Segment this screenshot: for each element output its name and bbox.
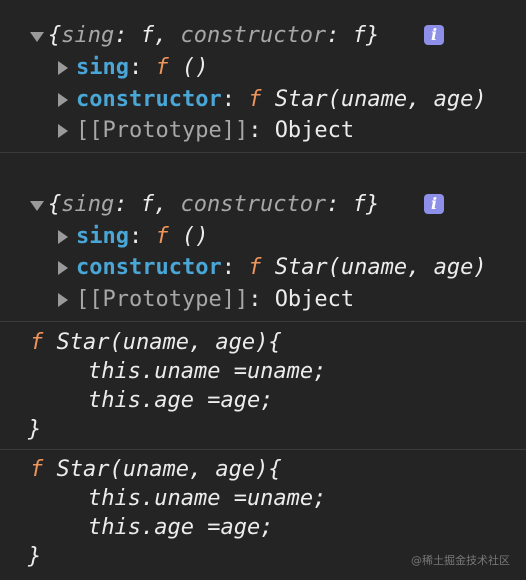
collapsed-triangle-icon[interactable] — [58, 293, 68, 307]
function-body-line: this.age =age; — [88, 388, 274, 413]
collapsed-triangle-icon[interactable] — [58, 93, 68, 107]
object-summary[interactable]: {sing: f, constructor: f} — [48, 21, 379, 51]
console-object-entry-2[interactable]: {sing: f, constructor: f} i sing: f () c… — [0, 170, 526, 320]
property-row-sing[interactable]: sing: f () — [76, 53, 208, 83]
console-divider — [0, 152, 526, 153]
watermark: @稀土掘金技术社区 — [411, 554, 510, 567]
info-icon[interactable]: i — [424, 25, 444, 45]
function-header: f Star(uname, age){ — [30, 330, 282, 355]
function-closing-brace: } — [28, 544, 42, 569]
collapsed-triangle-icon[interactable] — [58, 61, 68, 75]
collapsed-triangle-icon[interactable] — [58, 230, 68, 244]
console-function-entry-1[interactable]: f Star(uname, age){ this.uname =uname; t… — [0, 322, 526, 448]
property-row-prototype[interactable]: [[Prototype]]: Object — [76, 285, 354, 315]
function-body-line: this.uname =uname; — [88, 486, 327, 511]
collapsed-triangle-icon[interactable] — [58, 124, 68, 138]
expand-triangle-icon[interactable] — [30, 201, 44, 211]
function-closing-brace: } — [28, 417, 42, 442]
property-row-prototype[interactable]: [[Prototype]]: Object — [76, 116, 354, 146]
expand-triangle-icon[interactable] — [30, 32, 44, 42]
info-icon[interactable]: i — [424, 194, 444, 214]
object-summary[interactable]: {sing: f, constructor: f} — [48, 190, 379, 220]
property-row-constructor[interactable]: constructor: f Star(uname, age) — [76, 253, 487, 283]
function-body-line: this.uname =uname; — [88, 359, 327, 384]
console-object-entry-1[interactable]: {sing: f, constructor: f} i sing: f () c… — [0, 0, 526, 152]
property-row-sing[interactable]: sing: f () — [76, 222, 208, 252]
function-body-line: this.age =age; — [88, 515, 274, 540]
property-row-constructor[interactable]: constructor: f Star(uname, age) — [76, 85, 487, 115]
collapsed-triangle-icon[interactable] — [58, 261, 68, 275]
function-header: f Star(uname, age){ — [30, 457, 282, 482]
